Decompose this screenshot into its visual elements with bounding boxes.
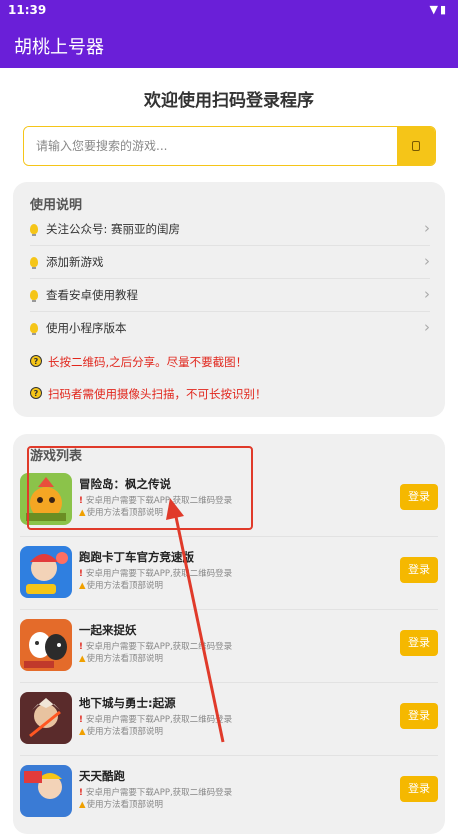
exclamation-icon: ! [79,788,83,798]
warning-camera-scan: ? 扫码者需使用摄像头扫描，不可长按识别！ [30,385,430,405]
chevron-right-icon: › [424,219,430,237]
game-item[interactable]: 地下城与勇士:起源 ! 安卓用户需要下载APP,获取二维码登录 ▲使用方法看顶部说… [20,683,438,756]
instruction-label: 查看安卓使用教程 [46,288,138,302]
login-button[interactable]: 登录 [400,557,438,583]
chevron-right-icon: › [424,285,430,303]
instruction-label: 添加新游戏 [46,255,104,269]
daily-parkour-game-icon [20,765,72,817]
maplestory-game-icon [20,473,72,525]
welcome-heading: 欢迎使用扫码登录程序 [144,91,314,111]
instruction-item-mini-program[interactable]: 使用小程序版本 › [30,312,430,344]
game-note-text: 安卓用户需要下载APP,获取二维码登录 [85,496,233,506]
lightbulb-icon [30,290,38,302]
app-title: 胡桃上号器 [14,37,104,58]
game-note-secondary-text: 使用方法看顶部说明 [86,727,164,737]
game-note: ! 安卓用户需要下载APP,获取二维码登录 [79,567,232,579]
instruction-label: 使用小程序版本 [46,321,127,335]
warning-triangle-icon: ▲ [79,508,86,518]
warning-triangle-icon: ▲ [79,800,86,810]
status-time: 11:39 [8,3,47,17]
game-list-title: 游戏列表 [30,449,83,464]
wifi-battery-icon: ▼▮ [429,3,448,16]
game-note-secondary: ▲使用方法看顶部说明 [79,506,163,518]
game-note: ! 安卓用户需要下载APP,获取二维码登录 [79,713,232,725]
lightbulb-icon [30,224,38,236]
game-item[interactable]: 一起来捉妖 ! 安卓用户需要下载APP,获取二维码登录 ▲使用方法看顶部说明 登录 [20,610,438,683]
warning-label: 扫码者需使用摄像头扫描，不可长按识别！ [48,387,267,401]
instruction-item-follow-account[interactable]: 关注公众号: 赛丽亚的闺房 › [30,213,430,246]
warning-label: 长按二维码,之后分享。尽量不要截图！ [48,355,248,369]
kartrider-game-icon [20,546,72,598]
game-name: 跑跑卡丁车官方竞速版 [79,550,194,564]
dnf-origin-game-icon [20,692,72,744]
instructions-card: 使用说明 关注公众号: 赛丽亚的闺房 › 添加新游戏 › 查看安卓使用教程 › … [13,182,445,417]
game-note-secondary: ▲使用方法看顶部说明 [79,652,163,664]
search-bar [23,126,436,166]
game-note: ! 安卓用户需要下载APP,获取二维码登录 [79,494,232,506]
exclamation-icon: ! [79,642,83,652]
instructions-title: 使用说明 [30,198,83,213]
game-note-secondary-text: 使用方法看顶部说明 [86,654,164,664]
game-note-secondary-text: 使用方法看顶部说明 [86,581,164,591]
search-input[interactable] [24,127,396,165]
game-name: 天天酷跑 [79,769,125,783]
warning-triangle-icon: ▲ [79,654,86,664]
game-note: ! 安卓用户需要下载APP,获取二维码登录 [79,640,232,652]
lightbulb-icon [30,323,38,335]
game-note-secondary: ▲使用方法看顶部说明 [79,725,163,737]
game-list-card: 游戏列表 冒险岛：枫之传说 ! 安卓用户需要下载APP,获取二维码登录 ▲使用方法… [13,434,445,834]
game-note: ! 安卓用户需要下载APP,获取二维码登录 [79,786,232,798]
game-note-text: 安卓用户需要下载APP,获取二维码登录 [85,788,233,798]
game-note-secondary-text: 使用方法看顶部说明 [86,800,164,810]
login-button[interactable]: 登录 [400,484,438,510]
game-item[interactable]: 冒险岛：枫之传说 ! 安卓用户需要下载APP,获取二维码登录 ▲使用方法看顶部说明… [20,464,438,537]
login-button[interactable]: 登录 [400,630,438,656]
status-bar: 11:39 ▼▮ [0,0,458,20]
instruction-item-add-game[interactable]: 添加新游戏 › [30,246,430,279]
game-note-text: 安卓用户需要下载APP,获取二维码登录 [85,569,233,579]
question-icon: ? [30,355,42,367]
warning-long-press: ? 长按二维码,之后分享。尽量不要截图！ [30,353,430,373]
chevron-right-icon: › [424,318,430,336]
game-name: 一起来捉妖 [79,623,137,637]
chevron-right-icon: › [424,252,430,270]
instruction-label: 关注公众号: 赛丽亚的闺房 [46,222,181,236]
game-note-text: 安卓用户需要下载APP,获取二维码登录 [85,715,233,725]
game-note-secondary-text: 使用方法看顶部说明 [86,508,164,518]
game-item[interactable]: 跑跑卡丁车官方竞速版 ! 安卓用户需要下载APP,获取二维码登录 ▲使用方法看顶部… [20,537,438,610]
instruction-item-android-tutorial[interactable]: 查看安卓使用教程 › [30,279,430,312]
search-button[interactable] [397,127,435,165]
game-note-secondary: ▲使用方法看顶部说明 [79,579,163,591]
catch-monster-game-icon [20,619,72,671]
exclamation-icon: ! [79,715,83,725]
lightbulb-icon [30,257,38,269]
warning-triangle-icon: ▲ [79,727,86,737]
exclamation-icon: ! [79,496,83,506]
game-item[interactable]: 天天酷跑 ! 安卓用户需要下载APP,获取二维码登录 ▲使用方法看顶部说明 登录 [20,756,438,828]
exclamation-icon: ! [79,569,83,579]
login-button[interactable]: 登录 [400,776,438,802]
question-icon: ? [30,387,42,399]
game-note-text: 安卓用户需要下载APP,获取二维码登录 [85,642,233,652]
login-button[interactable]: 登录 [400,703,438,729]
app-bar: 胡桃上号器 [0,20,458,68]
warning-triangle-icon: ▲ [79,581,86,591]
game-note-secondary: ▲使用方法看顶部说明 [79,798,163,810]
game-name: 地下城与勇士:起源 [79,696,176,710]
game-name: 冒险岛：枫之传说 [79,477,171,491]
search-icon [412,141,420,151]
